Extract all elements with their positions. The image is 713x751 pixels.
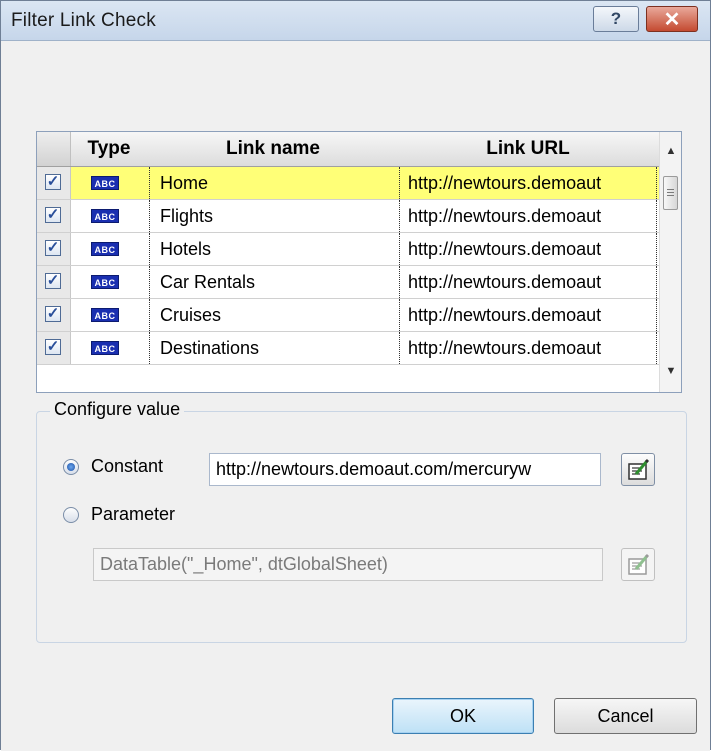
grid-vertical-scrollbar[interactable]: ▲ ▼	[659, 132, 681, 392]
row-type-cell: ABC	[71, 200, 147, 232]
row-link-url[interactable]: http://newtours.demoaut	[399, 233, 657, 265]
help-icon: ?	[610, 9, 622, 28]
radio-selected-dot	[67, 463, 75, 471]
abc-type-icon: ABC	[91, 275, 119, 289]
configure-value-label: Configure value	[50, 399, 185, 420]
grip-line	[667, 192, 674, 193]
row-select-cell[interactable]: ✓	[37, 200, 71, 232]
cancel-button[interactable]: Cancel	[554, 698, 697, 734]
row-link-name[interactable]: Home	[149, 167, 397, 199]
parameter-radio[interactable]	[63, 507, 79, 523]
row-type-cell: ABC	[71, 167, 147, 199]
title-bar[interactable]: Filter Link Check ? ✕	[1, 1, 710, 41]
edit-parameter-button[interactable]	[621, 548, 655, 581]
scroll-down-arrow-icon[interactable]: ▼	[660, 360, 681, 382]
row-link-name[interactable]: Hotels	[149, 233, 397, 265]
table-row[interactable]: ✓ ABC Cruises http://newtours.demoaut	[37, 299, 659, 332]
row-select-cell[interactable]: ✓	[37, 299, 71, 331]
header-link-url[interactable]: Link URL	[399, 132, 657, 166]
abc-type-icon: ABC	[91, 176, 119, 190]
row-type-cell: ABC	[71, 332, 147, 364]
table-row[interactable]: ✓ ABC Home http://newtours.demoaut	[37, 167, 659, 200]
row-link-url[interactable]: http://newtours.demoaut	[399, 299, 657, 331]
grip-line	[667, 195, 674, 196]
constant-label[interactable]: Constant	[91, 456, 163, 477]
row-type-cell: ABC	[71, 266, 147, 298]
table-row[interactable]: ✓ ABC Car Rentals http://newtours.demoaut	[37, 266, 659, 299]
row-link-name[interactable]: Flights	[149, 200, 397, 232]
abc-type-icon: ABC	[91, 308, 119, 322]
constant-value-input[interactable]: http://newtours.demoaut.com/mercuryw	[209, 453, 601, 486]
header-type[interactable]: Type	[71, 132, 147, 166]
edit-value-icon	[628, 458, 650, 480]
row-select-cell[interactable]: ✓	[37, 167, 71, 199]
row-select-cell[interactable]: ✓	[37, 332, 71, 364]
checkbox-checked-icon[interactable]: ✓	[45, 207, 61, 223]
header-select-all[interactable]	[37, 132, 71, 166]
row-link-name[interactable]: Cruises	[149, 299, 397, 331]
checkbox-checked-icon[interactable]: ✓	[45, 240, 61, 256]
table-row[interactable]: ✓ ABC Destinations http://newtours.demoaut	[37, 332, 659, 365]
row-link-url[interactable]: http://newtours.demoaut	[399, 332, 657, 364]
abc-type-icon: ABC	[91, 242, 119, 256]
row-select-cell[interactable]: ✓	[37, 233, 71, 265]
row-link-url[interactable]: http://newtours.demoaut	[399, 167, 657, 199]
table-row[interactable]: ✓ ABC Hotels http://newtours.demoaut	[37, 233, 659, 266]
close-icon: ✕	[663, 8, 681, 31]
checkbox-checked-icon[interactable]: ✓	[45, 174, 61, 190]
parameter-value-input[interactable]: DataTable("_Home", dtGlobalSheet)	[93, 548, 603, 581]
dialog-title: Filter Link Check	[11, 10, 156, 31]
links-grid: Type Link name Link URL ✓ ABC Home http://n…	[36, 131, 682, 393]
row-link-name[interactable]: Destinations	[149, 332, 397, 364]
row-type-cell: ABC	[71, 299, 147, 331]
row-type-cell: ABC	[71, 233, 147, 265]
constant-radio[interactable]	[63, 459, 79, 475]
help-button[interactable]: ?	[593, 6, 639, 32]
checkbox-checked-icon[interactable]: ✓	[45, 273, 61, 289]
filter-link-check-dialog: Filter Link Check ? ✕ Type Link name Lin…	[0, 0, 711, 751]
edit-value-icon	[628, 553, 650, 575]
configure-value-group	[36, 411, 687, 643]
row-link-url[interactable]: http://newtours.demoaut	[399, 266, 657, 298]
row-link-url[interactable]: http://newtours.demoaut	[399, 200, 657, 232]
abc-type-icon: ABC	[91, 341, 119, 355]
close-button[interactable]: ✕	[646, 6, 698, 32]
scrollbar-thumb[interactable]	[663, 176, 678, 210]
edit-constant-button[interactable]	[621, 453, 655, 486]
ok-button[interactable]: OK	[392, 698, 534, 734]
checkbox-checked-icon[interactable]: ✓	[45, 339, 61, 355]
grip-line	[667, 189, 674, 190]
grid-header: Type Link name Link URL	[37, 132, 659, 167]
abc-type-icon: ABC	[91, 209, 119, 223]
row-link-name[interactable]: Car Rentals	[149, 266, 397, 298]
header-link-name[interactable]: Link name	[149, 132, 397, 166]
table-row[interactable]: ✓ ABC Flights http://newtours.demoaut	[37, 200, 659, 233]
scroll-up-arrow-icon[interactable]: ▲	[660, 140, 681, 162]
row-select-cell[interactable]: ✓	[37, 266, 71, 298]
parameter-label[interactable]: Parameter	[91, 504, 175, 525]
checkbox-checked-icon[interactable]: ✓	[45, 306, 61, 322]
